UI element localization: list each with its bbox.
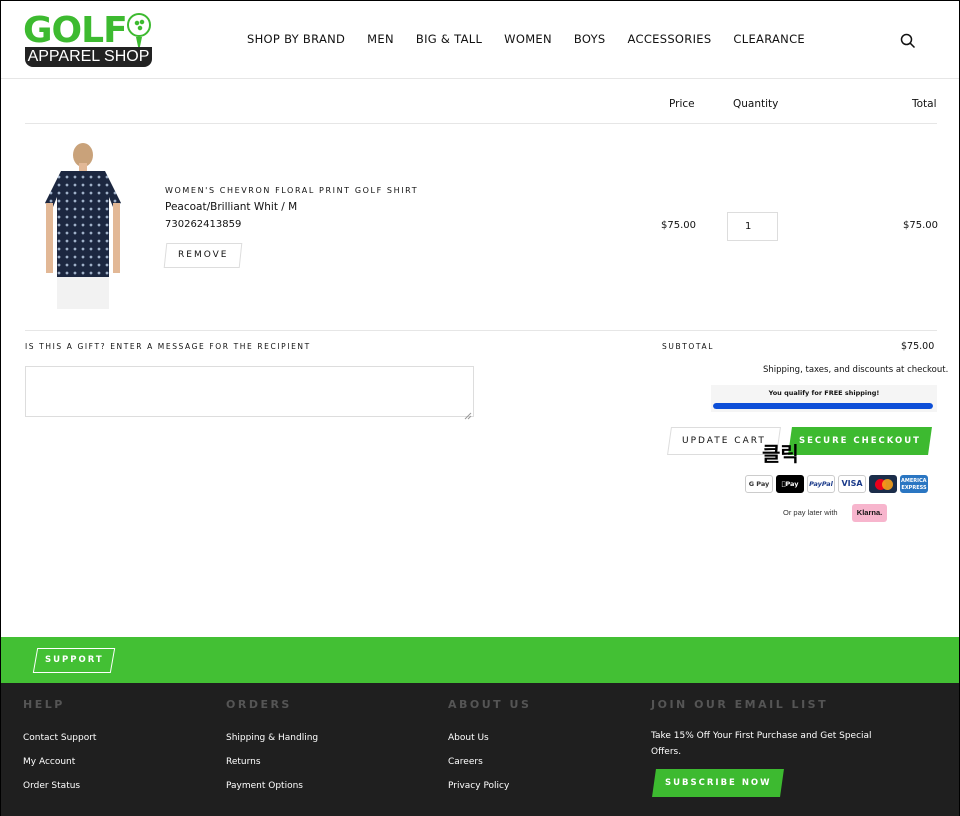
nav-boys[interactable]: BOYS <box>574 32 606 46</box>
klarna-note: Or pay later with <box>783 508 838 517</box>
quantity-input[interactable]: 1 <box>727 212 778 241</box>
footer-help-heading: HELP <box>23 698 65 711</box>
site-header: GOLF APPAREL SHOP SHOP BY BRAND MEN BIG … <box>1 1 959 79</box>
shipping-note: Shipping, taxes, and discounts at checko… <box>763 365 949 375</box>
amex-icon: AMERICAN EXPRESS <box>900 475 928 493</box>
logo-wordmark: GOLF <box>23 10 128 51</box>
free-shipping-text: You qualify for FREE shipping! <box>768 389 880 397</box>
secure-checkout-button[interactable]: SECURE CHECKOUT <box>788 427 932 455</box>
price-header: Price <box>669 98 695 110</box>
product-title[interactable]: WOMEN'S CHEVRON FLORAL PRINT GOLF SHIRT <box>165 186 418 196</box>
remove-label: REMOVE <box>177 250 229 260</box>
nav-women[interactable]: WOMEN <box>504 32 552 46</box>
support-band: SUPPORT <box>1 637 959 683</box>
resize-handle-icon[interactable] <box>464 407 472 420</box>
click-annotation: 클릭 <box>762 442 799 466</box>
product-variant: Peacoat/Brilliant Whit / M <box>165 201 298 213</box>
product-sku: 730262413859 <box>165 219 242 230</box>
free-shipping-progress-fill <box>713 403 933 409</box>
paypal-icon: PayPal <box>807 475 835 493</box>
site-footer: HELP Contact Support My Account Order St… <box>1 683 959 816</box>
klarna-icon[interactable]: Klarna. <box>852 504 887 522</box>
footer-link-my-account[interactable]: My Account <box>23 756 75 768</box>
footer-link-about-us[interactable]: About Us <box>448 732 489 744</box>
logo-subtitle: APPAREL SHOP <box>25 47 152 67</box>
footer-link-careers[interactable]: Careers <box>448 756 483 768</box>
subtotal-value: $75.00 <box>901 341 935 352</box>
footer-link-order-status[interactable]: Order Status <box>23 780 80 792</box>
footer-link-shipping[interactable]: Shipping & Handling <box>226 732 318 744</box>
quantity-header: Quantity <box>733 98 779 110</box>
item-total: $75.00 <box>903 220 938 231</box>
nav-men[interactable]: MEN <box>367 32 394 46</box>
main-nav: SHOP BY BRAND MEN BIG & TALL WOMEN BOYS … <box>247 32 827 46</box>
footer-link-payment-options[interactable]: Payment Options <box>226 780 303 792</box>
subscribe-button[interactable]: SUBSCRIBE NOW <box>652 769 784 797</box>
nav-clearance[interactable]: CLEARANCE <box>733 32 805 46</box>
footer-link-returns[interactable]: Returns <box>226 756 261 768</box>
nav-accessories[interactable]: ACCESSORIES <box>628 32 712 46</box>
secure-checkout-label: SECURE CHECKOUT <box>799 436 921 446</box>
remove-button[interactable]: REMOVE <box>163 243 243 268</box>
payment-methods: G Pay Pay PayPal VISA AMERICAN EXPRESS <box>745 475 928 493</box>
footer-link-privacy[interactable]: Privacy Policy <box>448 780 509 792</box>
email-promo-text: Take 15% Off Your First Purchase and Get… <box>651 731 872 757</box>
free-shipping-progress <box>713 403 933 409</box>
item-price: $75.00 <box>661 220 696 231</box>
total-header: Total <box>912 98 937 110</box>
golf-ball-icon <box>127 13 151 37</box>
gift-message-label: IS THIS A GIFT? ENTER A MESSAGE FOR THE … <box>25 342 311 351</box>
subscribe-label: SUBSCRIBE NOW <box>664 778 772 788</box>
footer-orders-heading: ORDERS <box>226 698 292 711</box>
apple-pay-icon: Pay <box>776 475 804 493</box>
footer-link-contact-support[interactable]: Contact Support <box>23 732 96 744</box>
google-pay-icon: G Pay <box>745 475 773 493</box>
site-logo[interactable]: GOLF APPAREL SHOP <box>23 13 153 68</box>
golf-tee-icon <box>136 37 142 47</box>
mastercard-icon <box>869 475 897 493</box>
support-button[interactable]: SUPPORT <box>32 648 116 673</box>
free-shipping-box: You qualify for FREE shipping! <box>711 385 937 412</box>
support-label: SUPPORT <box>44 655 104 665</box>
footer-email-heading: JOIN OUR EMAIL LIST <box>651 698 829 711</box>
nav-shop-by-brand[interactable]: SHOP BY BRAND <box>247 32 345 46</box>
subtotal-label: SUBTOTAL <box>662 342 714 351</box>
visa-icon: VISA <box>838 475 866 493</box>
nav-big-and-tall[interactable]: BIG & TALL <box>416 32 482 46</box>
divider <box>25 330 937 331</box>
product-image[interactable] <box>39 141 127 311</box>
footer-about-heading: ABOUT US <box>448 698 532 711</box>
update-cart-label: UPDATE CART <box>682 436 766 446</box>
search-icon[interactable] <box>900 33 916 49</box>
divider <box>25 123 937 124</box>
gift-message-textarea[interactable] <box>25 366 474 417</box>
